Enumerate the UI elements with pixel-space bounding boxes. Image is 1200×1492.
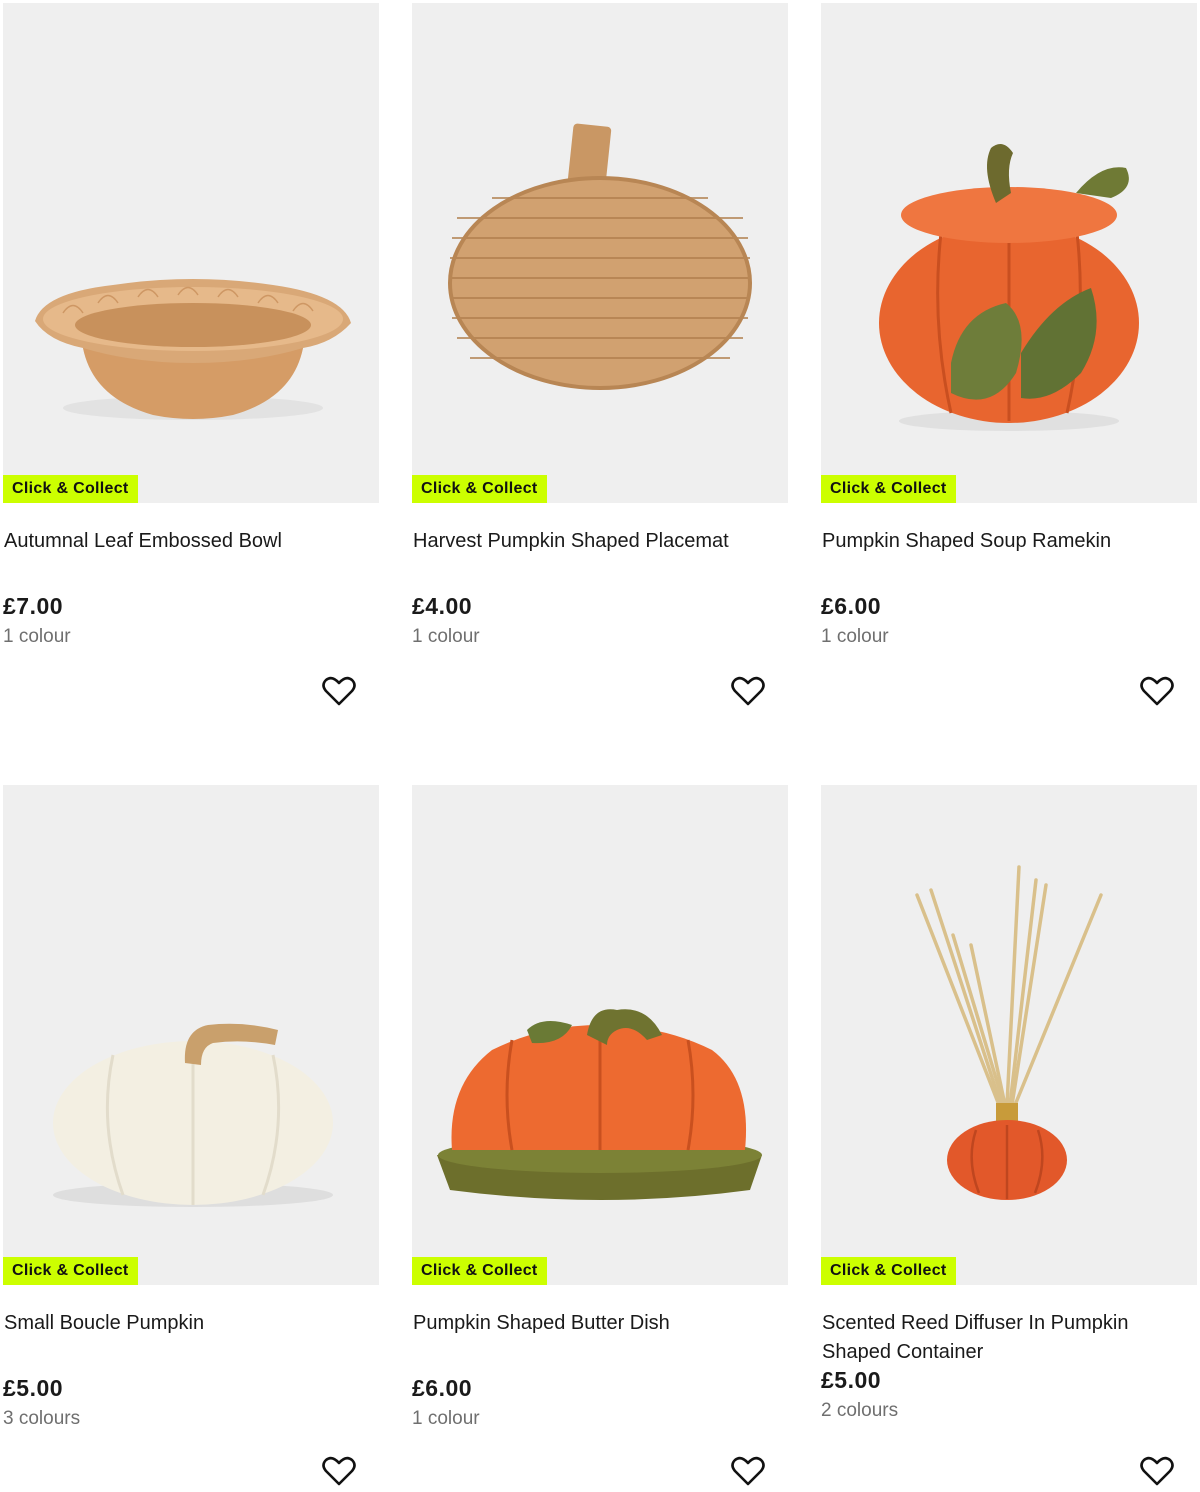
product-card[interactable]: Click & Collect Pumpkin Shaped Soup Rame… <box>821 3 1197 706</box>
reed-diffuser-image <box>915 865 1103 1200</box>
click-collect-badge: Click & Collect <box>3 1257 138 1285</box>
click-collect-badge: Click & Collect <box>821 1257 956 1285</box>
heart-outline-icon <box>322 1456 356 1486</box>
heart-outline-icon <box>731 1456 765 1486</box>
product-title[interactable]: Pumpkin Shaped Soup Ramekin <box>821 527 1197 585</box>
product-colours: 1 colour <box>821 626 889 647</box>
product-price: £6.00 <box>821 593 882 619</box>
product-card[interactable]: Click & Collect Pumpkin Shaped Butter Di… <box>412 785 788 1486</box>
click-collect-badge: Click & Collect <box>412 1257 547 1285</box>
placemat-image <box>448 123 752 390</box>
heart-outline-icon <box>1140 1456 1174 1486</box>
product-card[interactable]: Click & Collect Autumnal Leaf Embossed B… <box>3 3 379 706</box>
product-image[interactable]: Click & Collect <box>3 785 379 1285</box>
product-price: £4.00 <box>412 593 473 619</box>
product-colours: 1 colour <box>412 626 480 647</box>
product-title[interactable]: Small Boucle Pumpkin <box>3 1309 379 1367</box>
wishlist-button[interactable] <box>730 675 766 707</box>
product-title[interactable]: Pumpkin Shaped Butter Dish <box>412 1309 788 1367</box>
product-card[interactable]: Click & Collect Small Boucle Pumpkin £5.… <box>3 785 379 1486</box>
product-card[interactable]: Click & Collect Scented Reed Diffuser In… <box>821 785 1197 1486</box>
product-title[interactable]: Autumnal Leaf Embossed Bowl <box>3 527 379 585</box>
product-colours: 1 colour <box>412 1408 480 1429</box>
product-title[interactable]: Harvest Pumpkin Shaped Placemat <box>412 527 788 585</box>
product-colours: 3 colours <box>3 1408 81 1429</box>
product-card[interactable]: Click & Collect Harvest Pumpkin Shaped P… <box>412 3 788 706</box>
product-price: £5.00 <box>3 1375 64 1401</box>
wishlist-button[interactable] <box>1139 675 1175 707</box>
product-title[interactable]: Scented Reed Diffuser In Pumpkin Shaped … <box>821 1309 1197 1367</box>
heart-outline-icon <box>322 676 356 706</box>
wishlist-button[interactable] <box>1139 1455 1175 1487</box>
wishlist-button[interactable] <box>730 1455 766 1487</box>
boucle-pumpkin-image <box>53 1023 333 1207</box>
click-collect-badge: Click & Collect <box>3 475 138 503</box>
product-image[interactable]: Click & Collect <box>412 785 788 1285</box>
product-image[interactable]: Click & Collect <box>821 3 1197 503</box>
product-price: £7.00 <box>3 593 64 619</box>
heart-outline-icon <box>731 676 765 706</box>
product-image[interactable]: Click & Collect <box>821 785 1197 1285</box>
wishlist-button[interactable] <box>321 675 357 707</box>
product-price: £6.00 <box>412 1375 473 1401</box>
product-price: £5.00 <box>821 1367 882 1393</box>
product-image[interactable]: Click & Collect <box>412 3 788 503</box>
product-image[interactable]: Click & Collect <box>3 3 379 503</box>
bowl-image <box>35 279 351 420</box>
click-collect-badge: Click & Collect <box>412 475 547 503</box>
product-colours: 1 colour <box>3 626 71 647</box>
heart-outline-icon <box>1140 676 1174 706</box>
click-collect-badge: Click & Collect <box>821 475 956 503</box>
product-grid: Click & Collect Autumnal Leaf Embossed B… <box>0 0 1200 1492</box>
product-colours: 2 colours <box>821 1400 899 1421</box>
ramekin-image <box>879 144 1139 431</box>
butter-dish-image <box>437 1009 762 1200</box>
wishlist-button[interactable] <box>321 1455 357 1487</box>
